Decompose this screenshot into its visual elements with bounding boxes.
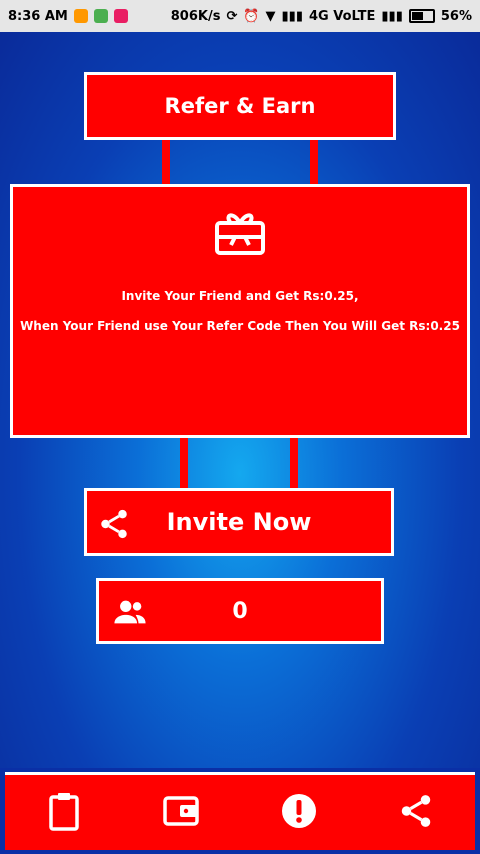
notification-icon: [93, 9, 108, 23]
invite-now-label: Invite Now: [166, 508, 312, 536]
page-title: Refer & Earn: [84, 72, 396, 140]
wifi-icon: ▼: [265, 8, 276, 24]
status-time: 8:36 AM: [8, 8, 68, 24]
notification-icon: [73, 9, 88, 23]
invite-now-button[interactable]: Invite Now: [84, 488, 394, 556]
network-speed: 806K/s: [170, 8, 221, 24]
clipboard-icon: [47, 791, 81, 835]
nav-share-button[interactable]: [386, 783, 446, 843]
signal-icon: ▮▮▮: [281, 8, 303, 24]
connector: [180, 438, 188, 488]
status-right: 806K/s ⟳ ⏰ ▼ ▮▮▮ 4G VoLTE ▮▮▮ 56%: [171, 9, 480, 24]
page-title-text: Refer & Earn: [164, 94, 316, 118]
connector: [310, 140, 318, 184]
gift-card-icon: [213, 205, 267, 263]
refer-info-line-2: When Your Friend use Your Refer Code The…: [20, 319, 460, 333]
alert-icon: [280, 792, 318, 834]
bottom-nav: [5, 772, 475, 850]
status-bar: 8:36 AM 806K/s ⟳ ⏰ ▼ ▮▮▮ 4G VoLTE ▮▮▮ 56…: [0, 0, 480, 32]
nav-alert-button[interactable]: [269, 783, 329, 843]
alarm-icon: ⏰: [243, 8, 260, 24]
battery-icon: [408, 9, 435, 23]
group-icon: [113, 595, 147, 635]
share-icon: [397, 792, 435, 834]
referral-count: 0: [232, 598, 248, 624]
connector: [290, 438, 298, 488]
network-type: 4G VoLTE: [309, 8, 376, 24]
refer-info-line-1: Invite Your Friend and Get Rs:0.25,: [121, 289, 359, 303]
connector: [162, 140, 170, 184]
refer-info-card: Invite Your Friend and Get Rs:0.25, When…: [10, 184, 470, 438]
notification-icon: [113, 9, 128, 23]
main-content: Refer & Earn Invite Your Friend and Get …: [0, 32, 480, 768]
referral-count-box: 0: [96, 578, 384, 644]
share-icon: [97, 507, 131, 547]
battery-percent: 56%: [440, 8, 472, 24]
status-left: 8:36 AM: [0, 9, 128, 24]
sync-icon: ⟳: [226, 8, 238, 24]
signal-icon-2: ▮▮▮: [381, 8, 403, 24]
wallet-icon: [162, 794, 200, 832]
nav-clipboard-button[interactable]: [34, 783, 94, 843]
nav-wallet-button[interactable]: [151, 783, 211, 843]
